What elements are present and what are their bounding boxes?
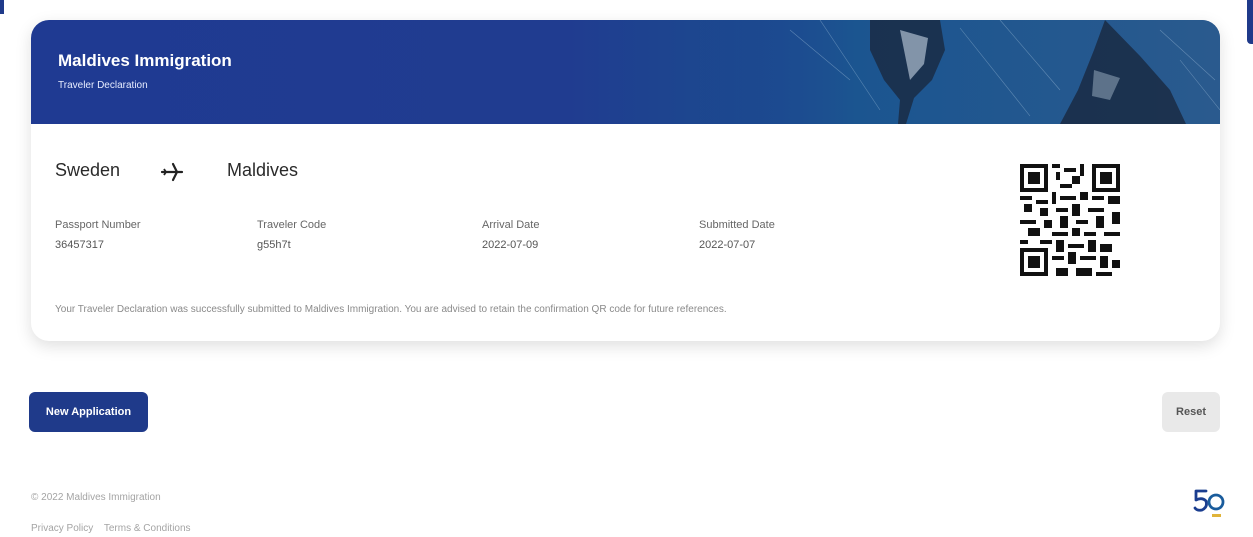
card-banner: Maldives Immigration Traveler Declaratio… [31, 20, 1220, 124]
new-application-button[interactable]: New Application [29, 392, 148, 432]
fifty-anniversary-logo [1193, 489, 1225, 517]
privacy-policy-link[interactable]: Privacy Policy [31, 523, 93, 534]
declaration-card: Maldives Immigration Traveler Declaratio… [31, 20, 1220, 341]
corner-accent-right [1247, 0, 1253, 44]
submitted-date-value: 2022-07-07 [699, 239, 756, 251]
route-destination: Maldives [227, 160, 299, 180]
confirmation-notice: Your Traveler Declaration was successful… [55, 304, 727, 315]
traveler-code-label: Traveler Code [257, 219, 327, 231]
arrival-date-label: Arrival Date [482, 219, 540, 231]
airplane-icon [160, 162, 184, 182]
qr-code-icon [1020, 164, 1120, 276]
banner-subtitle: Traveler Declaration [58, 80, 148, 91]
traveler-code-value: g55h7t [257, 239, 291, 251]
banner-title: Maldives Immigration [58, 51, 232, 70]
arrival-date-value: 2022-07-09 [482, 239, 539, 251]
footer-copyright: © 2022 Maldives Immigration [31, 492, 161, 503]
footer-links: Privacy Policy Terms & Conditions [31, 523, 199, 534]
submitted-date-label: Submitted Date [699, 219, 775, 231]
terms-conditions-link[interactable]: Terms & Conditions [104, 523, 191, 534]
corner-accent-left [0, 0, 4, 14]
route-origin: Sweden [55, 160, 121, 180]
passport-number-label: Passport Number [55, 219, 141, 231]
reset-button[interactable]: Reset [1162, 392, 1220, 432]
passport-number-value: 36457317 [55, 239, 104, 251]
manta-ray-banner-image [700, 20, 1220, 124]
